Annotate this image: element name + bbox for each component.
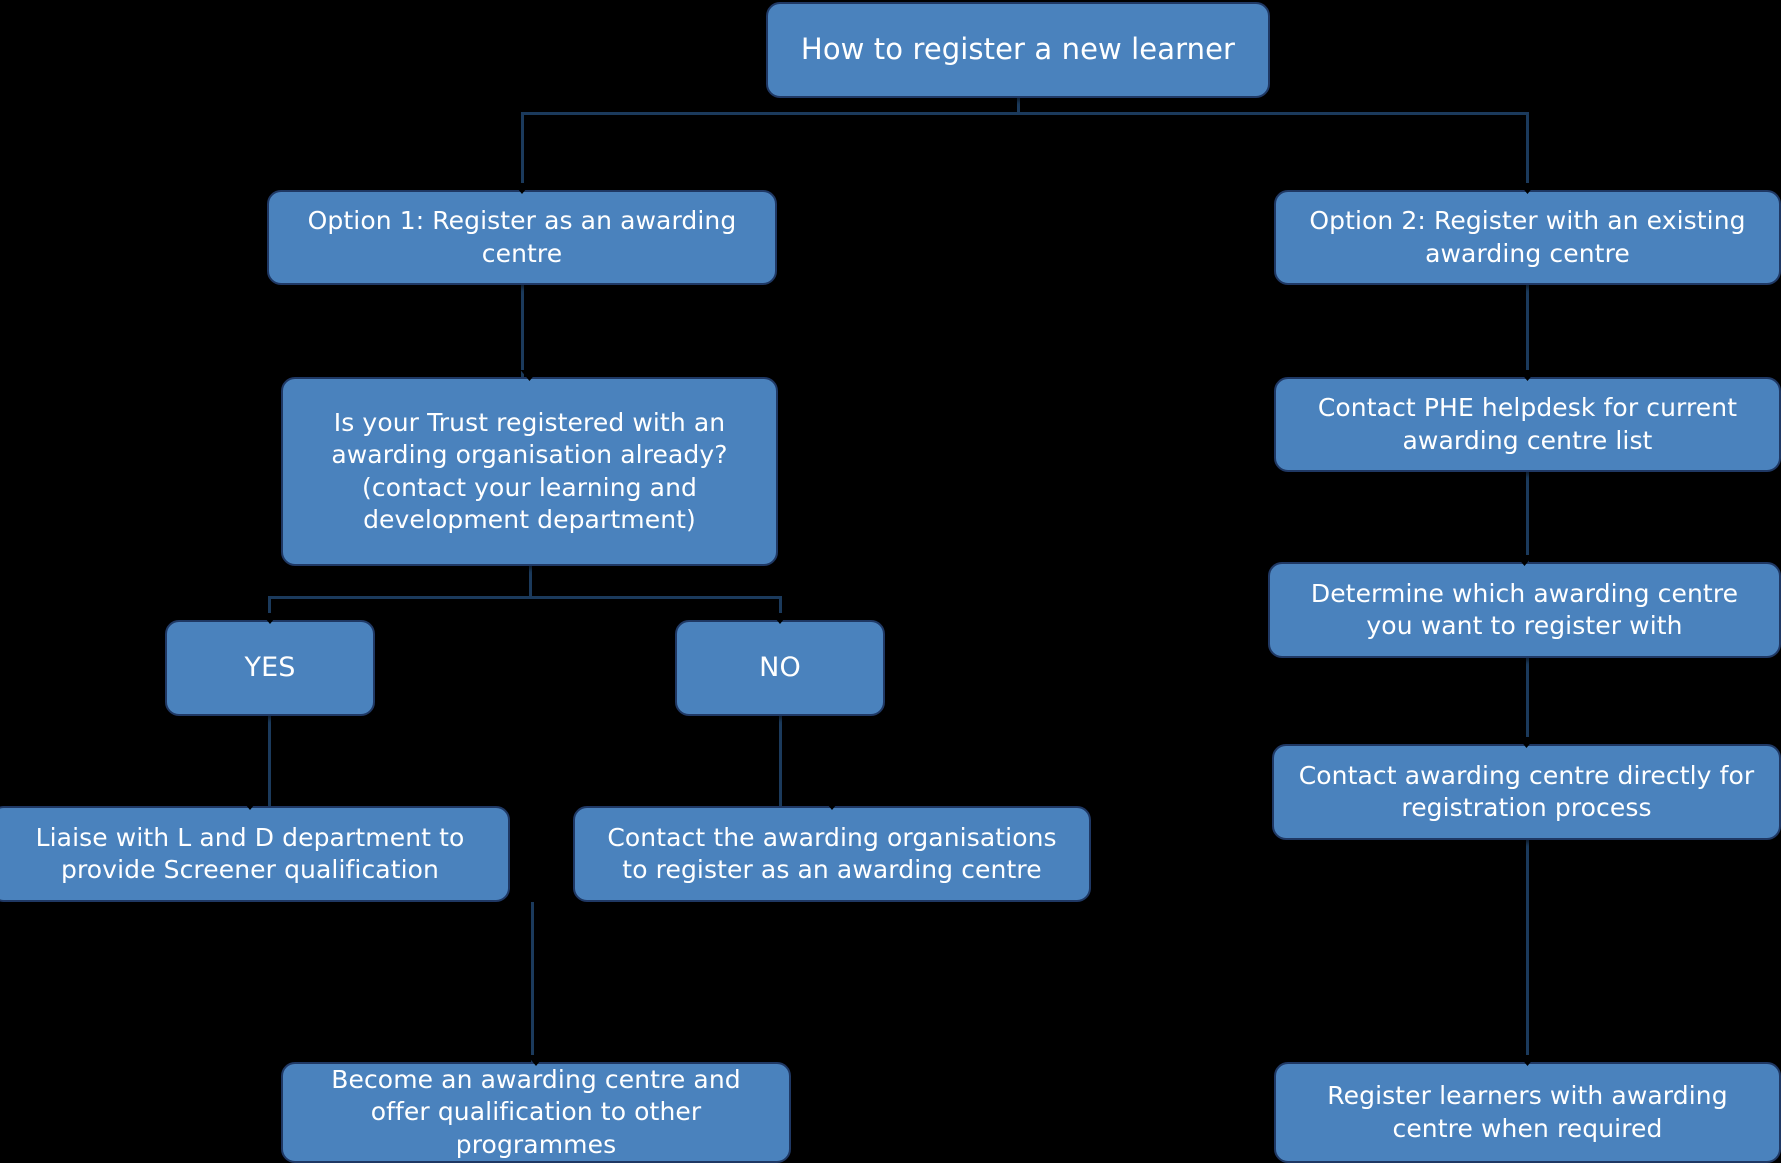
node-register-learners[interactable]: Register learners with awarding centre w…	[1274, 1062, 1781, 1163]
node-liaise-ld-department-label: Liaise with L and D department to provid…	[35, 822, 465, 885]
connector-option2-phe	[1526, 285, 1529, 379]
node-determine-awarding-centre-label: Determine which awarding centre you want…	[1310, 578, 1739, 641]
connector-determine-contactac	[1526, 658, 1529, 746]
node-become-awarding-centre-label: Become an awarding centre and offer qual…	[331, 1064, 741, 1159]
node-yes-label: YES	[244, 652, 296, 684]
node-option-2[interactable]: Option 2: Register with an existing awar…	[1274, 190, 1781, 285]
node-contact-awarding-organisations-label: Contact the awarding organisations to re…	[607, 822, 1057, 885]
connector-title-hbar	[521, 112, 1528, 115]
connector-contactorg-become	[531, 902, 534, 1064]
connector-question-down	[529, 566, 532, 598]
node-no[interactable]: NO	[675, 620, 885, 716]
node-contact-phe-helpdesk[interactable]: Contact PHE helpdesk for current awardin…	[1274, 377, 1781, 472]
node-title[interactable]: How to register a new learner	[766, 2, 1270, 98]
connector-to-option1	[521, 112, 524, 192]
connector-question-hbar	[268, 596, 782, 599]
node-title-label: How to register a new learner	[800, 32, 1236, 67]
node-register-learners-label: Register learners with awarding centre w…	[1327, 1081, 1728, 1143]
node-become-awarding-centre[interactable]: Become an awarding centre and offer qual…	[281, 1062, 791, 1163]
connector-contactac-register	[1526, 840, 1529, 1064]
node-yes[interactable]: YES	[165, 620, 375, 716]
node-contact-awarding-centre-directly[interactable]: Contact awarding centre directly for reg…	[1272, 744, 1781, 840]
node-option-1-label: Option 1: Register as an awarding centre	[307, 206, 737, 268]
connector-yes-liaise	[268, 716, 271, 808]
node-contact-awarding-organisations[interactable]: Contact the awarding organisations to re…	[573, 806, 1091, 902]
node-contact-phe-helpdesk-label: Contact PHE helpdesk for current awardin…	[1317, 393, 1738, 455]
node-trust-registered-question-label: Is your Trust registered with an awardin…	[331, 407, 728, 535]
connector-title-down	[1017, 96, 1020, 112]
node-liaise-ld-department[interactable]: Liaise with L and D department to provid…	[0, 806, 510, 902]
connector-to-option2	[1526, 112, 1529, 192]
connector-option1-question	[521, 285, 524, 379]
node-determine-awarding-centre[interactable]: Determine which awarding centre you want…	[1268, 562, 1781, 658]
node-no-label: NO	[759, 652, 801, 684]
flowchart-canvas: How to register a new learner Option 1: …	[0, 0, 1781, 1163]
connector-no-contactorg	[779, 716, 782, 808]
node-option-2-label: Option 2: Register with an existing awar…	[1309, 206, 1746, 268]
node-contact-awarding-centre-directly-label: Contact awarding centre directly for reg…	[1298, 760, 1755, 823]
node-option-1[interactable]: Option 1: Register as an awarding centre	[267, 190, 777, 285]
connector-phe-determine	[1526, 472, 1529, 564]
node-trust-registered-question[interactable]: Is your Trust registered with an awardin…	[281, 377, 778, 566]
